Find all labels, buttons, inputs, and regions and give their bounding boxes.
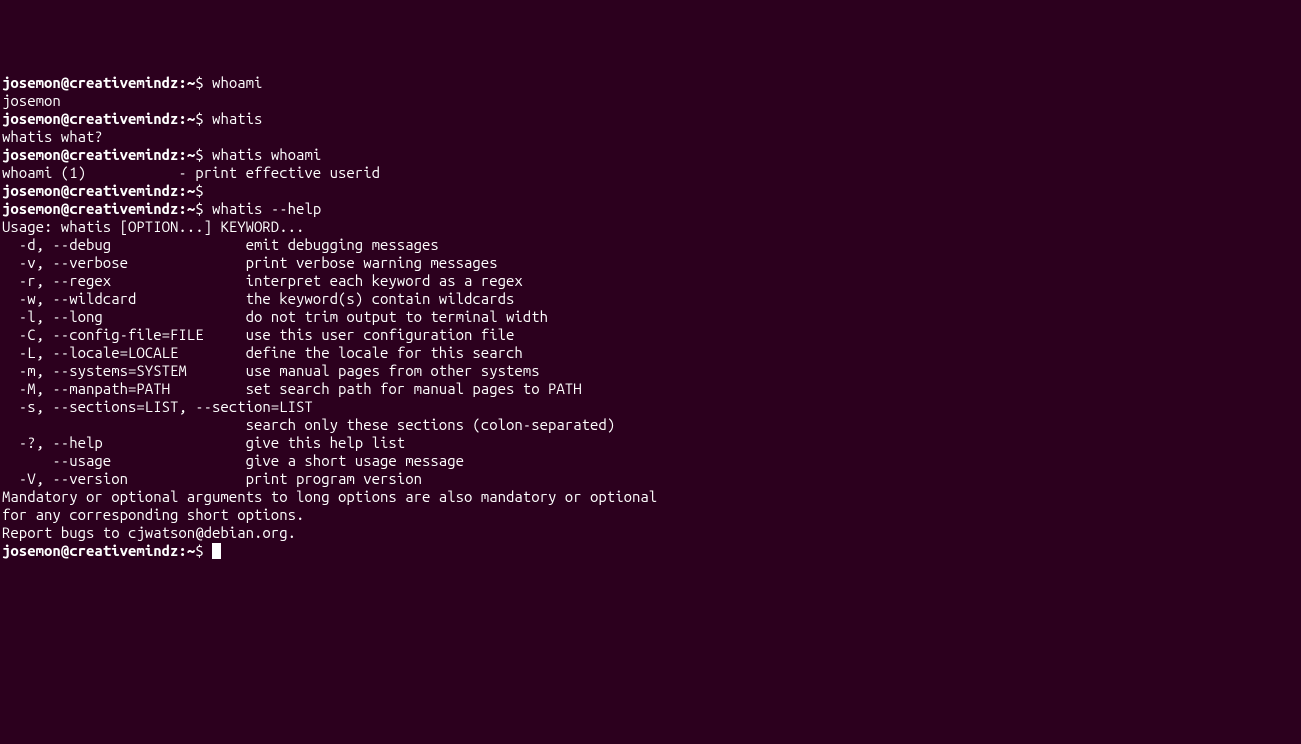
terminal-output-area[interactable]: josemon@creativemindz:~$ whoamijosemonjo… <box>2 74 1299 560</box>
prompt-line: josemon@creativemindz:~$ whoami <box>2 74 1299 92</box>
output-line: -r, --regex interpret each keyword as a … <box>2 272 1299 290</box>
usage-text: Usage: whatis [OPTION...] KEYWORD... <box>2 218 304 235</box>
prompt-user: josemon <box>2 146 61 163</box>
help-option: -r, --regex interpret each keyword as a … <box>2 272 523 289</box>
output-line: -w, --wildcard the keyword(s) contain wi… <box>2 290 1299 308</box>
help-footer: Mandatory or optional arguments to long … <box>2 488 657 505</box>
prompt-colon: : <box>178 110 186 127</box>
prompt-path: ~ <box>187 182 195 199</box>
output-line: -d, --debug emit debugging messages <box>2 236 1299 254</box>
prompt-path: ~ <box>187 74 195 91</box>
prompt-host: creativemindz <box>69 74 178 91</box>
help-footer: for any corresponding short options. <box>2 506 304 523</box>
prompt-at: @ <box>61 74 69 91</box>
output-line: whatis what? <box>2 128 1299 146</box>
cursor-block[interactable] <box>212 543 221 559</box>
help-option: -l, --long do not trim output to termina… <box>2 308 548 325</box>
prompt-at: @ <box>61 110 69 127</box>
help-option: -m, --systems=SYSTEM use manual pages fr… <box>2 362 540 379</box>
output-line: -V, --version print program version <box>2 470 1299 488</box>
help-option: -?, --help give this help list <box>2 434 405 451</box>
prompt-at: @ <box>61 200 69 217</box>
prompt-host: creativemindz <box>69 146 178 163</box>
prompt-path: ~ <box>187 110 195 127</box>
prompt-colon: : <box>178 182 186 199</box>
prompt-host: creativemindz <box>69 182 178 199</box>
output-line: -l, --long do not trim output to termina… <box>2 308 1299 326</box>
output-line: -s, --sections=LIST, --section=LIST <box>2 398 1299 416</box>
output-line: Report bugs to cjwatson@debian.org. <box>2 524 1299 542</box>
output-line: --usage give a short usage message <box>2 452 1299 470</box>
prompt-colon: : <box>178 542 186 559</box>
prompt-colon: : <box>178 74 186 91</box>
help-option: -d, --debug emit debugging messages <box>2 236 439 253</box>
prompt-host: creativemindz <box>69 110 178 127</box>
output-line: -L, --locale=LOCALE define the locale fo… <box>2 344 1299 362</box>
command-text: whatis whoami <box>212 146 321 163</box>
help-option: -s, --sections=LIST, --section=LIST <box>2 398 313 415</box>
help-option: -V, --version print program version <box>2 470 422 487</box>
command-text: whatis --help <box>212 200 321 217</box>
help-option: -w, --wildcard the keyword(s) contain wi… <box>2 290 514 307</box>
command-text: whatis <box>212 110 262 127</box>
help-report: Report bugs to cjwatson@debian.org. <box>2 524 296 541</box>
command-text: whoami <box>212 74 262 91</box>
output-line: for any corresponding short options. <box>2 506 1299 524</box>
prompt-colon: : <box>178 146 186 163</box>
output-line: search only these sections (colon-separa… <box>2 416 1299 434</box>
help-option: -C, --config-file=FILE use this user con… <box>2 326 514 343</box>
prompt-user: josemon <box>2 182 61 199</box>
help-option: -L, --locale=LOCALE define the locale fo… <box>2 344 523 361</box>
prompt-path: ~ <box>187 200 195 217</box>
output-line: Mandatory or optional arguments to long … <box>2 488 1299 506</box>
prompt-colon: : <box>178 200 186 217</box>
help-option: -v, --verbose print verbose warning mess… <box>2 254 498 271</box>
prompt-user: josemon <box>2 74 61 91</box>
output-line: -m, --systems=SYSTEM use manual pages fr… <box>2 362 1299 380</box>
prompt-line-current: josemon@creativemindz:~$ <box>2 542 1299 560</box>
prompt-symbol: $ <box>195 110 203 127</box>
prompt-symbol: $ <box>195 74 203 91</box>
help-option: search only these sections (colon-separa… <box>2 416 615 433</box>
prompt-line: josemon@creativemindz:~$ <box>2 182 1299 200</box>
prompt-host: creativemindz <box>69 542 178 559</box>
output-text: whatis what? <box>2 128 103 145</box>
prompt-path: ~ <box>187 542 195 559</box>
prompt-path: ~ <box>187 146 195 163</box>
prompt-at: @ <box>61 542 69 559</box>
prompt-user: josemon <box>2 110 61 127</box>
prompt-user: josemon <box>2 542 61 559</box>
prompt-line: josemon@creativemindz:~$ whatis whoami <box>2 146 1299 164</box>
prompt-symbol: $ <box>195 542 203 559</box>
prompt-at: @ <box>61 182 69 199</box>
output-line: -M, --manpath=PATH set search path for m… <box>2 380 1299 398</box>
output-text: josemon <box>2 92 61 109</box>
help-option: --usage give a short usage message <box>2 452 464 469</box>
prompt-host: creativemindz <box>69 200 178 217</box>
output-line: whoami (1) - print effective userid <box>2 164 1299 182</box>
output-text: whoami (1) - print effective userid <box>2 164 380 181</box>
prompt-user: josemon <box>2 200 61 217</box>
output-line: josemon <box>2 92 1299 110</box>
prompt-symbol: $ <box>195 200 203 217</box>
output-line: -C, --config-file=FILE use this user con… <box>2 326 1299 344</box>
output-line: -?, --help give this help list <box>2 434 1299 452</box>
prompt-symbol: $ <box>195 146 203 163</box>
help-option: -M, --manpath=PATH set search path for m… <box>2 380 582 397</box>
prompt-line: josemon@creativemindz:~$ whatis <box>2 110 1299 128</box>
prompt-symbol: $ <box>195 182 203 199</box>
output-line: Usage: whatis [OPTION...] KEYWORD... <box>2 218 1299 236</box>
prompt-line: josemon@creativemindz:~$ whatis --help <box>2 200 1299 218</box>
prompt-at: @ <box>61 146 69 163</box>
output-line: -v, --verbose print verbose warning mess… <box>2 254 1299 272</box>
